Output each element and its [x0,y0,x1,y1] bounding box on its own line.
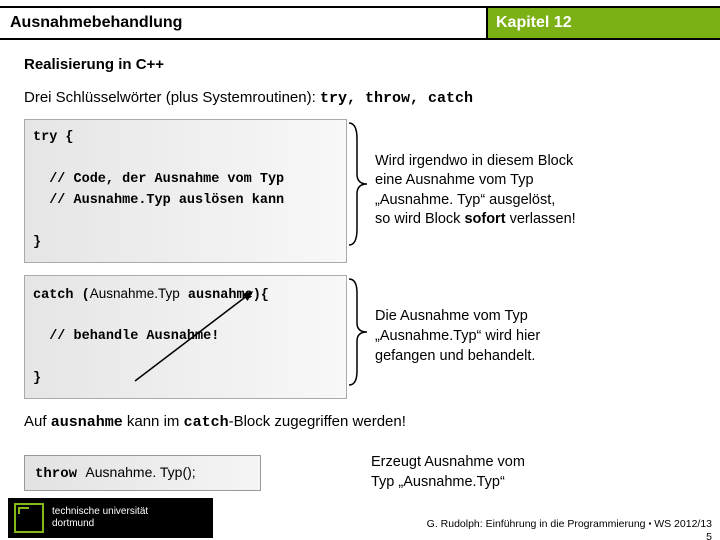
caption-try: Wird irgendwo in diesem Block eine Ausna… [369,119,696,263]
code-block-throw: throw Ausnahme. Typ(); [24,455,261,491]
intro-keywords: try, throw, catch [320,90,473,107]
catch-kw: catch [33,288,82,303]
caption-catch: Die Ausnahme vom Typ „Ausnahme.Typ“ wird… [369,275,696,400]
tu-dortmund-logo: technische universität dortmund [8,498,213,538]
catch-row: catch (Ausnahme.Typ ausnahme){ // behand… [24,275,696,400]
an-c: kann im [123,413,184,430]
header-title: Ausnahmebehandlung [0,8,486,38]
throw-row: throw Ausnahme. Typ(); Erzeugt Ausnahme … [24,453,696,492]
cap1-l4b: sofort [464,211,505,227]
after-note: Auf ausnahme kann im catch-Block zugegri… [24,413,696,431]
cap2-l2: „Ausnahme.Typ“ wird hier [375,327,696,347]
cap3-l1: Erzeugt Ausnahme vom [371,453,696,473]
logo-l1: technische universität [52,506,148,518]
footer: G. Rudolph: Einführung in die Programmie… [427,518,712,540]
cap2-l1: Die Ausnahme vom Typ [375,307,696,327]
cap1-l2: eine Ausnahme vom Typ [375,171,696,191]
brace-catch [347,275,369,400]
intro-prefix: Drei Schlüsselwörter (plus Systemroutine… [24,89,320,106]
logo-text: technische universität dortmund [52,506,148,530]
cap1-l4a: so wird Block [375,211,464,227]
subtitle: Realisierung in C++ [24,56,696,73]
f1c: WS 2012/13 [651,518,712,530]
cap1-l4: so wird Block sofort verlassen! [375,210,696,230]
an-e: -Block zugegriffen werden! [229,413,406,430]
cap1-l1: Wird irgendwo in diesem Block [375,152,696,172]
brace-try [347,119,369,263]
logo-l2: dortmund [52,518,148,530]
an-d: catch [184,414,229,431]
code-block-try: try { // Code, der Ausnahme vom Typ // A… [24,119,347,263]
throw-type: Ausnahme. Typ [85,464,182,480]
intro-line: Drei Schlüsselwörter (plus Systemroutine… [24,89,696,107]
logo-mark-icon [14,503,44,533]
an-a: Auf [24,413,51,430]
cap1-l3: „Ausnahme. Typ“ ausgelöst, [375,191,696,211]
throw-kw: throw [35,466,85,482]
cap3-l2: Typ „Ausnahme.Typ“ [371,473,696,493]
footer-line1: G. Rudolph: Einführung in die Programmie… [427,518,712,531]
cap1-l4c: verlassen! [506,211,576,227]
throw-tail: (); [182,464,195,480]
an-b: ausnahme [51,414,123,431]
try-row: try { // Code, der Ausnahme vom Typ // A… [24,119,696,263]
f1a: G. Rudolph: Einführung in die Programmie… [427,518,649,530]
catch-paren: ( [82,288,90,303]
catch-type: Ausnahme.Typ [90,286,180,301]
code-block-catch: catch (Ausnahme.Typ ausnahme){ // behand… [24,275,347,400]
header-bar: Ausnahmebehandlung Kapitel 12 [0,6,720,40]
header-chapter: Kapitel 12 [486,8,720,38]
cap2-l3: gefangen und behandelt. [375,347,696,367]
footer-page-number: 5 [427,531,712,540]
caption-throw: Erzeugt Ausnahme vom Typ „Ausnahme.Typ“ [261,453,696,492]
slide-body: Realisierung in C++ Drei Schlüsselwörter… [0,40,720,492]
